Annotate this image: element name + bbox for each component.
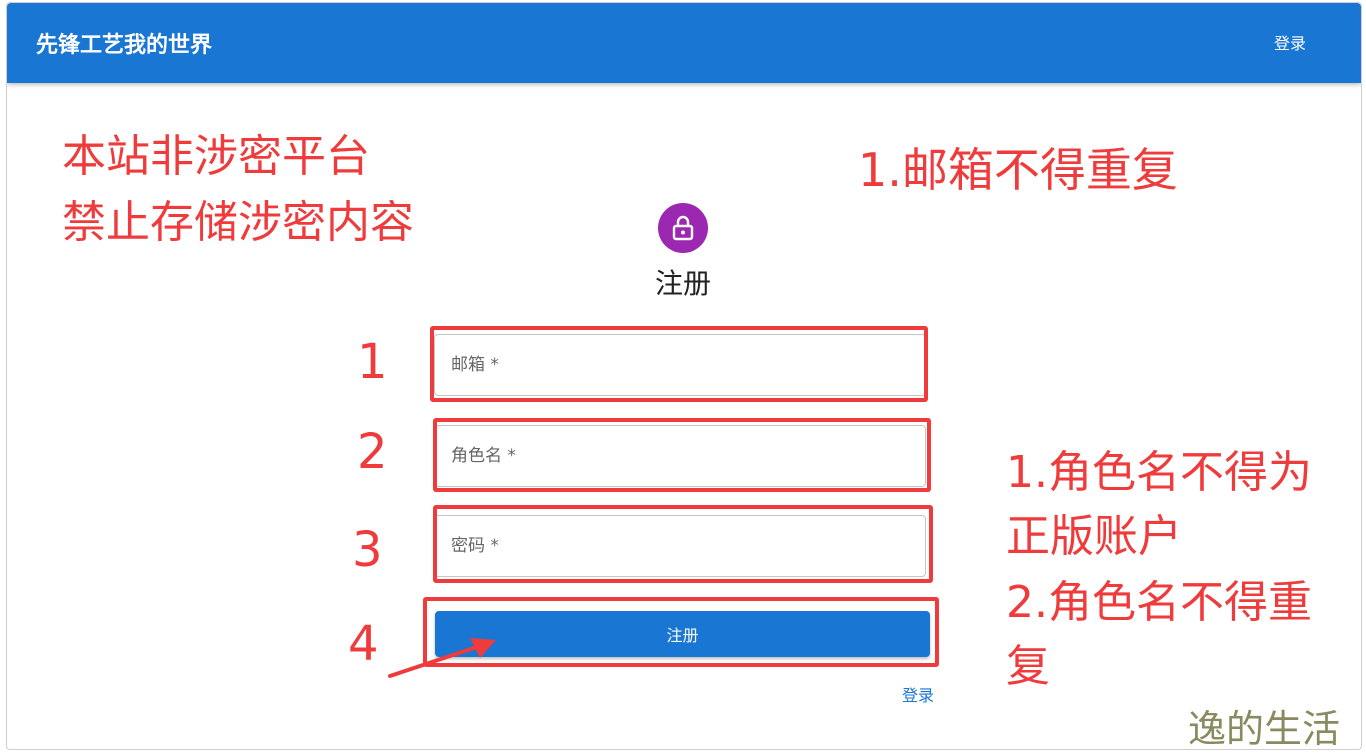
watermark: 逸的生活 [1188,707,1341,751]
pointer-arrow-icon [388,638,496,678]
step-number-2: 2 [357,424,388,480]
warning-line-1: 本站非涉密平台 [62,131,370,182]
highlight-box-password [433,505,933,583]
highlight-box-name [433,418,931,492]
step-number-4: 4 [348,616,379,672]
site-title[interactable]: 先锋工艺我的世界 [36,27,212,59]
highlight-box-email [430,326,928,402]
app-bar: 先锋工艺我的世界 登录 [7,3,1361,83]
name-note-line-2: 正版账户 [1006,511,1182,562]
login-link[interactable]: 登录 [870,682,934,706]
lock-icon [672,215,694,241]
step-number-1: 1 [357,334,388,390]
avatar [658,203,708,253]
name-note-line-4: 复 [1006,641,1050,692]
step-number-3: 3 [352,522,383,578]
page-title: 注册 [654,267,711,300]
header-login-button[interactable]: 登录 [1257,31,1323,57]
email-note: 1.邮箱不得重复 [858,143,1178,197]
name-note-line-1: 1.角色名不得为 [1006,447,1312,498]
name-note-line-3: 2.角色名不得重 [1006,577,1312,628]
warning-line-2: 禁止存储涉密内容 [62,197,414,248]
